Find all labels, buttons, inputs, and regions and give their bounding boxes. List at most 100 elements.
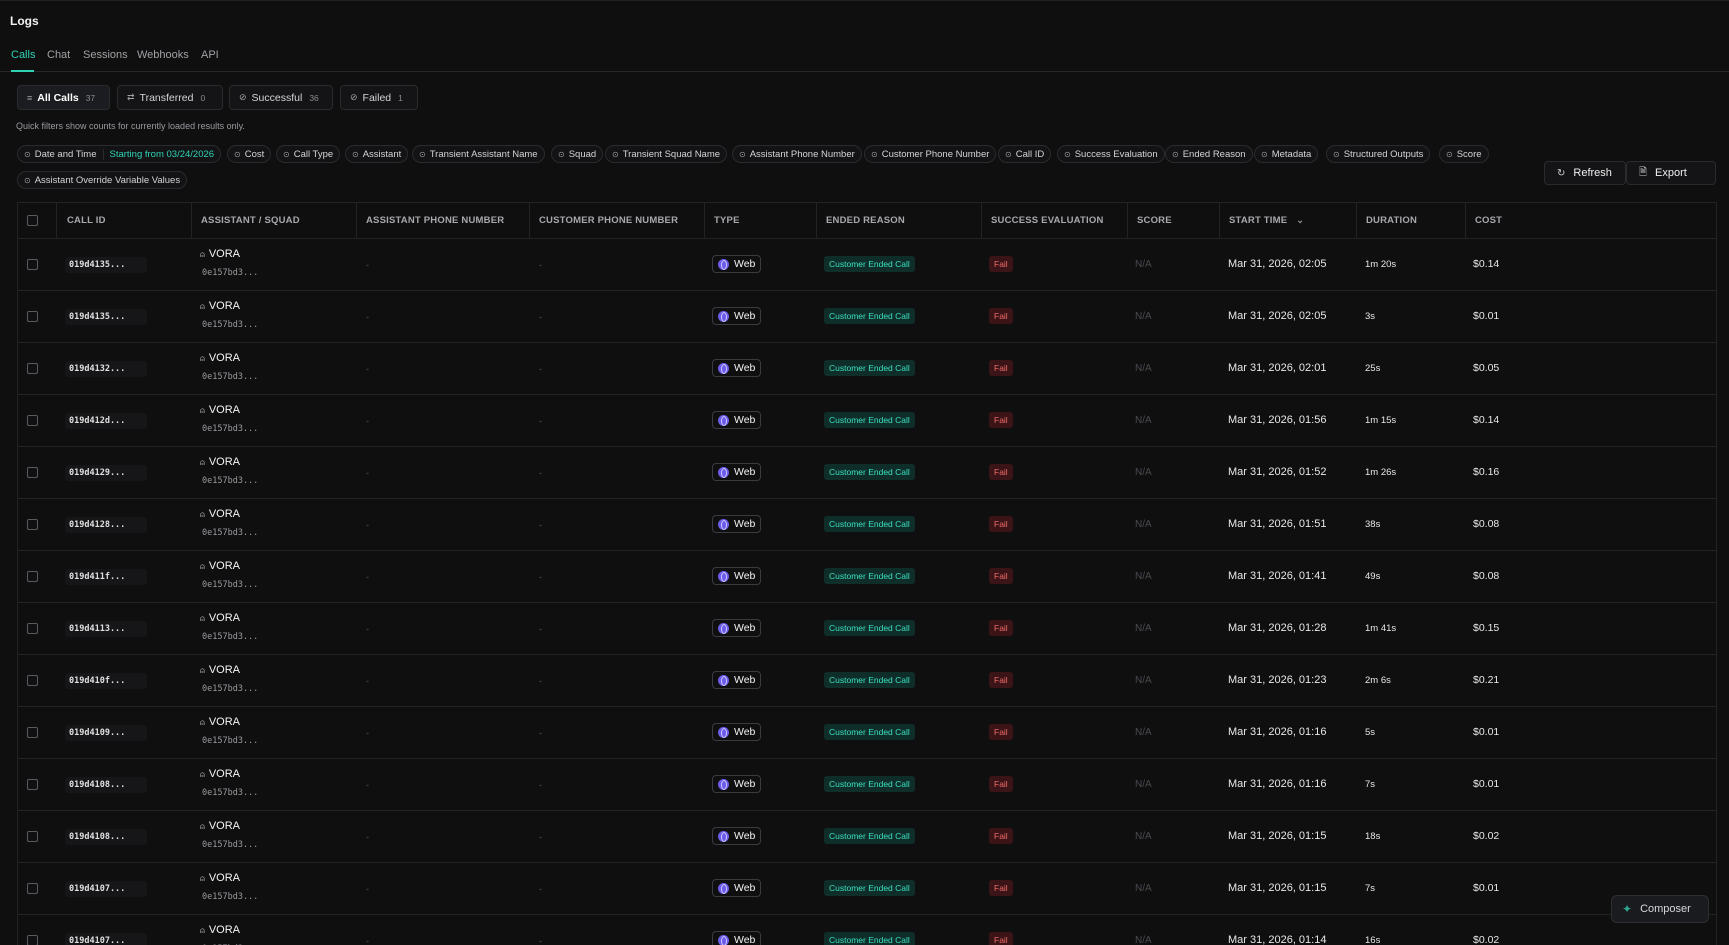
table-row[interactable]: 019d411f... ⍝ VORA 0e157bd3... - - Web Customer… <box>18 551 1716 603</box>
call-id-cell[interactable]: 019d4107... <box>65 933 147 945</box>
filter-chip-ended-reason[interactable]: ⊙ Ended Reason <box>1165 145 1253 163</box>
call-id-cell[interactable]: 019d411f... <box>65 569 147 585</box>
assistant-name-cell[interactable]: ⍝ VORA <box>200 300 240 312</box>
sparkle-icon: ✦ <box>1622 902 1633 916</box>
call-id-cell[interactable]: 019d4107... <box>65 881 147 897</box>
table-row[interactable]: 019d4135... ⍝ VORA 0e157bd3... - - Web Customer… <box>18 239 1716 291</box>
assistant-name-cell[interactable]: ⍝ VORA <box>200 820 240 832</box>
filter-chip-assistant-phone-number[interactable]: ⊙ Assistant Phone Number <box>732 145 862 163</box>
row-checkbox[interactable] <box>27 675 38 686</box>
table-row[interactable]: 019d4107...⍝VORA0e157bd3...--WebCustomer… <box>18 863 1716 915</box>
assistant-name-cell[interactable]: ⍝ VORA <box>200 872 240 884</box>
col-start-time-wrap[interactable]: START TIME ⌄ <box>1219 203 1356 239</box>
call-id-cell[interactable]: 019d4135... <box>65 309 147 325</box>
table-row[interactable]: 019d4129... ⍝ VORA 0e157bd3... - - Web Customer… <box>18 447 1716 499</box>
tab-chat[interactable]: Chat <box>47 49 70 61</box>
col-ended-reason[interactable]: ENDED REASON <box>816 203 981 239</box>
filter-chip-structured-outputs[interactable]: ⊙ Structured Outputs <box>1326 145 1431 163</box>
col-customer-phone-number[interactable]: CUSTOMER PHONE NUMBER <box>529 203 704 239</box>
row-checkbox[interactable] <box>27 467 38 478</box>
table-row[interactable]: 019d412d... ⍝ VORA 0e157bd3... - - Web Customer… <box>18 395 1716 447</box>
filter-chip-transient-assistant-name[interactable]: ⊙ Transient Assistant Name <box>412 145 545 163</box>
filter-chip-assistant[interactable]: ⊙ Assistant <box>345 145 409 163</box>
assistant-name-cell[interactable]: ⍝ VORA <box>200 716 240 728</box>
assistant-name-cell[interactable]: ⍝ VORA <box>200 352 240 364</box>
select-all-checkbox[interactable] <box>27 215 38 226</box>
filter-chip-squad[interactable]: ⊙ Squad <box>551 145 604 163</box>
table-row[interactable]: 019d4128... ⍝ VORA 0e157bd3... - - Web Customer… <box>18 499 1716 551</box>
successful-filter-button[interactable]: ⊘ Successful 36 <box>229 85 333 110</box>
assistant-name-cell[interactable]: ⍝ VORA <box>200 612 240 624</box>
tab-sessions[interactable]: Sessions <box>83 49 128 61</box>
row-checkbox[interactable] <box>27 779 38 790</box>
failed-filter-button[interactable]: ⊘ Failed 1 <box>340 85 418 110</box>
call-id-cell[interactable]: 019d4113... <box>65 621 147 637</box>
col-assistant-phone-number[interactable]: ASSISTANT PHONE NUMBER <box>356 203 529 239</box>
filter-chip-metadata[interactable]: ⊙ Metadata <box>1254 145 1319 163</box>
refresh-button[interactable]: ↻ Refresh <box>1544 161 1626 185</box>
sort-desc-icon[interactable]: ⌄ <box>1296 215 1304 226</box>
filter-chip-score[interactable]: ⊙ Score <box>1439 145 1489 163</box>
col-duration[interactable]: DURATION <box>1356 203 1465 239</box>
call-id-cell[interactable]: 019d4129... <box>65 465 147 481</box>
table-row[interactable]: 019d4132... ⍝ VORA 0e157bd3... - - Web Customer… <box>18 343 1716 395</box>
tab-api[interactable]: API <box>201 49 219 61</box>
table-row[interactable]: 019d4107...⍝VORA0e157bd3...--WebCustomer… <box>18 915 1716 945</box>
filter-chip-call-type[interactable]: ⊙ Call Type <box>276 145 341 163</box>
assistant-name-cell[interactable]: ⍝ VORA <box>200 508 240 520</box>
row-checkbox[interactable] <box>27 415 38 426</box>
filter-chip-transient-squad-name[interactable]: ⊙ Transient Squad Name <box>605 145 728 163</box>
row-checkbox[interactable] <box>27 311 38 322</box>
call-id-cell[interactable]: 019d4108... <box>65 777 147 793</box>
table-row[interactable]: 019d4108... ⍝ VORA 0e157bd3... - - Web Customer… <box>18 811 1716 863</box>
assistant-name-cell[interactable]: ⍝ VORA <box>200 248 240 260</box>
row-checkbox[interactable] <box>27 883 38 894</box>
row-checkbox[interactable] <box>27 259 38 270</box>
filter-chip-customer-phone-number[interactable]: ⊙ Customer Phone Number <box>864 145 997 163</box>
call-id-cell[interactable]: 019d412d... <box>65 413 147 429</box>
cost-cell: $0.01 <box>1473 882 1500 894</box>
assistant-name-cell[interactable]: ⍝ VORA <box>200 664 240 676</box>
all-calls-filter-button[interactable]: ≡ All Calls 37 <box>17 85 110 110</box>
composer-button[interactable]: ✦ Composer <box>1611 895 1709 923</box>
call-id-cell[interactable]: 019d4135... <box>65 257 147 273</box>
table-row[interactable]: 019d4108... ⍝ VORA 0e157bd3... - - Web Customer… <box>18 759 1716 811</box>
call-id-cell[interactable]: 019d410f... <box>65 673 147 689</box>
export-button[interactable]: 🗎 Export <box>1626 161 1716 185</box>
call-id-cell[interactable]: 019d4108... <box>65 829 147 845</box>
call-id-cell[interactable]: 019d4128... <box>65 517 147 533</box>
col-cost[interactable]: COST <box>1465 203 1716 239</box>
assistant-name-cell[interactable]: ⍝ VORA <box>200 456 240 468</box>
transferred-filter-button[interactable]: ⇄ Transferred 0 <box>117 85 223 110</box>
call-id-cell[interactable]: 019d4132... <box>65 361 147 377</box>
filter-chip-cost[interactable]: ⊙ Cost <box>227 145 272 163</box>
call-id-cell[interactable]: 019d4109... <box>65 725 147 741</box>
assistant-name-cell[interactable]: ⍝ VORA <box>200 560 240 572</box>
tab-calls[interactable]: Calls <box>11 49 35 61</box>
assistant-name-cell[interactable]: ⍝ VORA <box>200 924 240 936</box>
filter-chip-date-time[interactable]: ⊙ Date and Time Starting from 03/24/2026 <box>17 145 222 163</box>
table-row[interactable]: 019d4109... ⍝ VORA 0e157bd3... - - Web Customer… <box>18 707 1716 759</box>
row-checkbox[interactable] <box>27 935 38 945</box>
assistant-name-cell[interactable]: ⍝ VORA <box>200 768 240 780</box>
table-row[interactable]: 019d4113... ⍝ VORA 0e157bd3... - - Web Customer… <box>18 603 1716 655</box>
filter-chip-success-evaluation[interactable]: ⊙ Success Evaluation <box>1057 145 1165 163</box>
tab-webhooks[interactable]: Webhooks <box>137 49 189 61</box>
row-checkbox[interactable] <box>27 623 38 634</box>
table-row[interactable]: 019d410f... ⍝ VORA 0e157bd3... - - Web Customer… <box>18 655 1716 707</box>
col-assistant-squad[interactable]: ASSISTANT / SQUAD <box>191 203 356 239</box>
col-success-evaluation[interactable]: SUCCESS EVALUATION <box>981 203 1127 239</box>
row-checkbox[interactable] <box>27 363 38 374</box>
col-score[interactable]: SCORE <box>1127 203 1219 239</box>
table-row[interactable]: 019d4135... ⍝ VORA 0e157bd3... - - Web Customer… <box>18 291 1716 343</box>
row-checkbox[interactable] <box>27 831 38 842</box>
row-checkbox[interactable] <box>27 519 38 530</box>
row-checkbox[interactable] <box>27 571 38 582</box>
row-checkbox[interactable] <box>27 727 38 738</box>
filter-chip-assistant-override-variable-values[interactable]: ⊙ Assistant Override Variable Values <box>17 171 188 189</box>
assistant-name-cell[interactable]: ⍝ VORA <box>200 404 240 416</box>
col-call-id[interactable]: CALL ID <box>56 203 191 239</box>
success-evaluation-badge: Fail <box>989 516 1013 532</box>
col-type[interactable]: TYPE <box>704 203 816 239</box>
filter-chip-call-id[interactable]: ⊙ Call ID <box>998 145 1052 163</box>
